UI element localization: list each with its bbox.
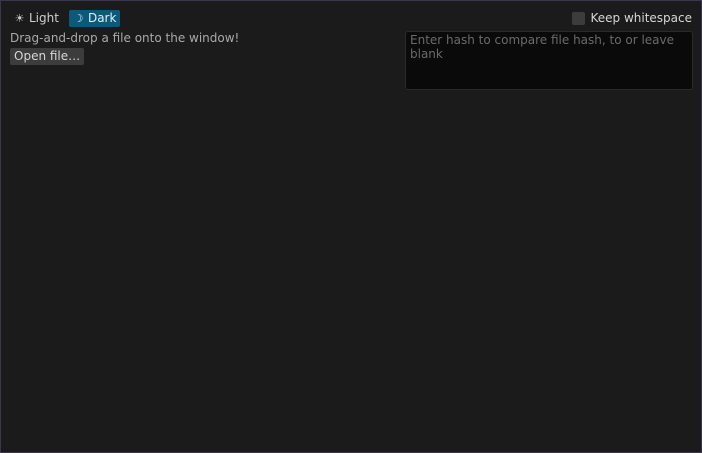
app-window: ☀ Light ☽ Dark Drag-and-drop a file onto…	[0, 0, 702, 453]
sun-icon: ☀	[14, 12, 25, 25]
keep-whitespace-option[interactable]: Keep whitespace	[572, 11, 692, 25]
hash-input[interactable]	[410, 33, 688, 88]
open-file-button[interactable]: Open file…	[10, 48, 85, 65]
light-theme-label: Light	[29, 11, 59, 25]
keep-whitespace-checkbox[interactable]	[572, 11, 586, 25]
keep-whitespace-label: Keep whitespace	[590, 11, 692, 25]
theme-switcher: ☀ Light ☽ Dark	[10, 10, 121, 27]
light-theme-button[interactable]: ☀ Light	[10, 10, 63, 27]
dark-theme-button[interactable]: ☽ Dark	[68, 10, 121, 27]
moon-icon: ☽	[73, 12, 84, 25]
dark-theme-label: Dark	[87, 11, 117, 25]
drop-hint-text: Drag-and-drop a file onto the window!	[10, 31, 240, 45]
hash-input-container	[405, 31, 693, 90]
